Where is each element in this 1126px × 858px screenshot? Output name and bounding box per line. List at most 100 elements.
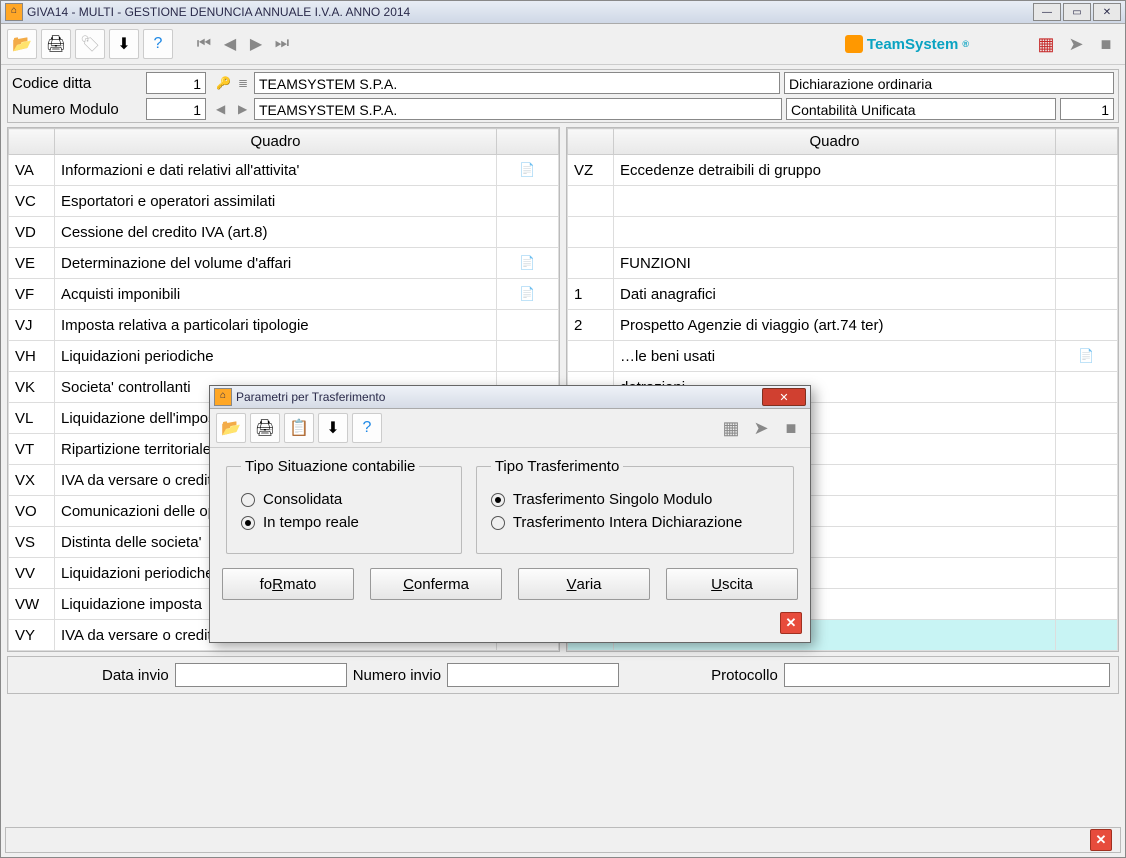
- row-status-icon: [1056, 279, 1118, 310]
- pdf-icon[interactable]: ▦: [1033, 31, 1059, 57]
- modulo-prev-icon[interactable]: ◀: [210, 100, 228, 118]
- dlg-clipboard-icon[interactable]: 📋: [284, 413, 314, 443]
- data-invio-input[interactable]: [175, 663, 347, 687]
- first-icon[interactable]: ⏮: [193, 33, 215, 55]
- forward-icon[interactable]: ➤: [1063, 31, 1089, 57]
- open-icon[interactable]: 📂: [7, 29, 37, 59]
- codice-ditta-label: Codice ditta: [12, 75, 142, 92]
- status-bar: ✕: [5, 827, 1121, 853]
- row-status-icon: [1056, 558, 1118, 589]
- row-desc: Esportatori e operatori assimilati: [55, 186, 497, 217]
- row-code: [568, 186, 614, 217]
- row-status-icon: [1056, 465, 1118, 496]
- maximize-button[interactable]: ▭: [1063, 3, 1091, 21]
- left-col-icon: [497, 129, 559, 155]
- formato-button[interactable]: foRmato: [222, 568, 354, 600]
- contabilita-num[interactable]: 1: [1060, 98, 1114, 120]
- dlg-print-icon[interactable]: 🖨: [250, 413, 280, 443]
- dialog-title: Parametri per Trasferimento: [236, 390, 385, 404]
- radio-tempo-reale[interactable]: In tempo reale: [241, 514, 447, 531]
- dialog-footer-close-icon[interactable]: ✕: [780, 612, 802, 634]
- table-row[interactable]: VHLiquidazioni periodiche: [9, 341, 559, 372]
- dialog-titlebar: ⌂ Parametri per Trasferimento ✕: [210, 386, 810, 409]
- protocollo-input[interactable]: [784, 663, 1110, 687]
- table-row[interactable]: VJImposta relativa a particolari tipolog…: [9, 310, 559, 341]
- tipo-situazione-group: Tipo Situazione contabilie Consolidata I…: [226, 458, 462, 554]
- table-row[interactable]: VFAcquisti imponibili📄: [9, 279, 559, 310]
- varia-button[interactable]: Varia: [518, 568, 650, 600]
- row-status-icon: [497, 186, 559, 217]
- dlg-doc-icon[interactable]: ▦: [718, 415, 744, 441]
- table-row[interactable]: VEDeterminazione del volume d'affari📄: [9, 248, 559, 279]
- table-row[interactable]: VAInformazioni e dati relativi all'attiv…: [9, 155, 559, 186]
- last-icon[interactable]: ⏭: [271, 33, 293, 55]
- left-col-quadro: Quadro: [55, 129, 497, 155]
- stop-icon[interactable]: ■: [1093, 31, 1119, 57]
- row-status-icon: [497, 310, 559, 341]
- row-code: 2: [568, 310, 614, 341]
- company-name-1[interactable]: TEAMSYSTEM S.P.A.: [254, 72, 780, 94]
- row-desc: [614, 217, 1056, 248]
- row-code: [568, 341, 614, 372]
- main-window: ⌂ GIVA14 - MULTI - GESTIONE DENUNCIA ANN…: [0, 0, 1126, 858]
- row-desc: …le beni usati: [614, 341, 1056, 372]
- close-button[interactable]: ✕: [1093, 3, 1121, 21]
- table-row[interactable]: 1Dati anagrafici: [568, 279, 1118, 310]
- dlg-open-icon[interactable]: 📂: [216, 413, 246, 443]
- tipo-trasferimento-group: Tipo Trasferimento Trasferimento Singolo…: [476, 458, 794, 554]
- radio-intera-dichiarazione[interactable]: Trasferimento Intera Dichiarazione: [491, 514, 779, 531]
- lookup-key-icon[interactable]: 🔑: [210, 74, 228, 92]
- row-code: VC: [9, 186, 55, 217]
- row-status-icon: [1056, 310, 1118, 341]
- radio-tempo-reale-label: In tempo reale: [263, 514, 359, 531]
- conferma-button[interactable]: Conferma: [370, 568, 502, 600]
- print-icon[interactable]: 🖨: [41, 29, 71, 59]
- row-code: VJ: [9, 310, 55, 341]
- protocollo-label: Protocollo: [711, 667, 778, 684]
- right-col-icon: [1056, 129, 1118, 155]
- modulo-next-icon[interactable]: ▶: [232, 100, 250, 118]
- brand-logo: TeamSystem®: [845, 35, 969, 53]
- export-icon[interactable]: ⬇: [109, 29, 139, 59]
- left-col-code: [9, 129, 55, 155]
- prev-icon[interactable]: ◀: [219, 33, 241, 55]
- table-row[interactable]: VDCessione del credito IVA (art.8): [9, 217, 559, 248]
- numero-invio-input[interactable]: [447, 663, 619, 687]
- table-row[interactable]: VCEsportatori e operatori assimilati: [9, 186, 559, 217]
- next-icon[interactable]: ▶: [245, 33, 267, 55]
- row-status-icon: [1056, 620, 1118, 651]
- dlg-forward-icon[interactable]: ➤: [748, 415, 774, 441]
- radio-icon: [491, 516, 505, 530]
- radio-icon: [241, 493, 255, 507]
- table-row[interactable]: …le beni usati📄: [568, 341, 1118, 372]
- radio-singolo-label: Trasferimento Singolo Modulo: [513, 491, 713, 508]
- lookup-list-icon[interactable]: ≣: [232, 74, 250, 92]
- table-row[interactable]: 2Prospetto Agenzie di viaggio (art.74 te…: [568, 310, 1118, 341]
- status-close-icon[interactable]: ✕: [1090, 829, 1112, 851]
- minimize-button[interactable]: —: [1033, 3, 1061, 21]
- table-row[interactable]: [568, 186, 1118, 217]
- contabilita-type[interactable]: Contabilità Unificata: [786, 98, 1056, 120]
- tag-icon[interactable]: 🏷: [75, 29, 105, 59]
- radio-consolidata[interactable]: Consolidata: [241, 491, 447, 508]
- table-row[interactable]: [568, 217, 1118, 248]
- row-status-icon: [1056, 372, 1118, 403]
- uscita-button[interactable]: Uscita: [666, 568, 798, 600]
- codice-ditta-input[interactable]: 1: [146, 72, 206, 94]
- dlg-stop-icon[interactable]: ■: [778, 415, 804, 441]
- dlg-help-icon[interactable]: ?: [352, 413, 382, 443]
- row-desc: Determinazione del volume d'affari: [55, 248, 497, 279]
- row-desc: Acquisti imponibili: [55, 279, 497, 310]
- tipo-situazione-legend: Tipo Situazione contabilie: [241, 458, 419, 475]
- table-row[interactable]: VZEccedenze detraibili di gruppo: [568, 155, 1118, 186]
- dialog-close-button[interactable]: ✕: [762, 388, 806, 406]
- dichiarazione-type[interactable]: Dichiarazione ordinaria: [784, 72, 1114, 94]
- company-name-2[interactable]: TEAMSYSTEM S.P.A.: [254, 98, 782, 120]
- dlg-export-icon[interactable]: ⬇: [318, 413, 348, 443]
- row-code: VE: [9, 248, 55, 279]
- radio-singolo-modulo[interactable]: Trasferimento Singolo Modulo: [491, 491, 779, 508]
- numero-modulo-input[interactable]: 1: [146, 98, 206, 120]
- numero-modulo-label: Numero Modulo: [12, 101, 142, 118]
- help-icon[interactable]: ?: [143, 29, 173, 59]
- table-row[interactable]: FUNZIONI: [568, 248, 1118, 279]
